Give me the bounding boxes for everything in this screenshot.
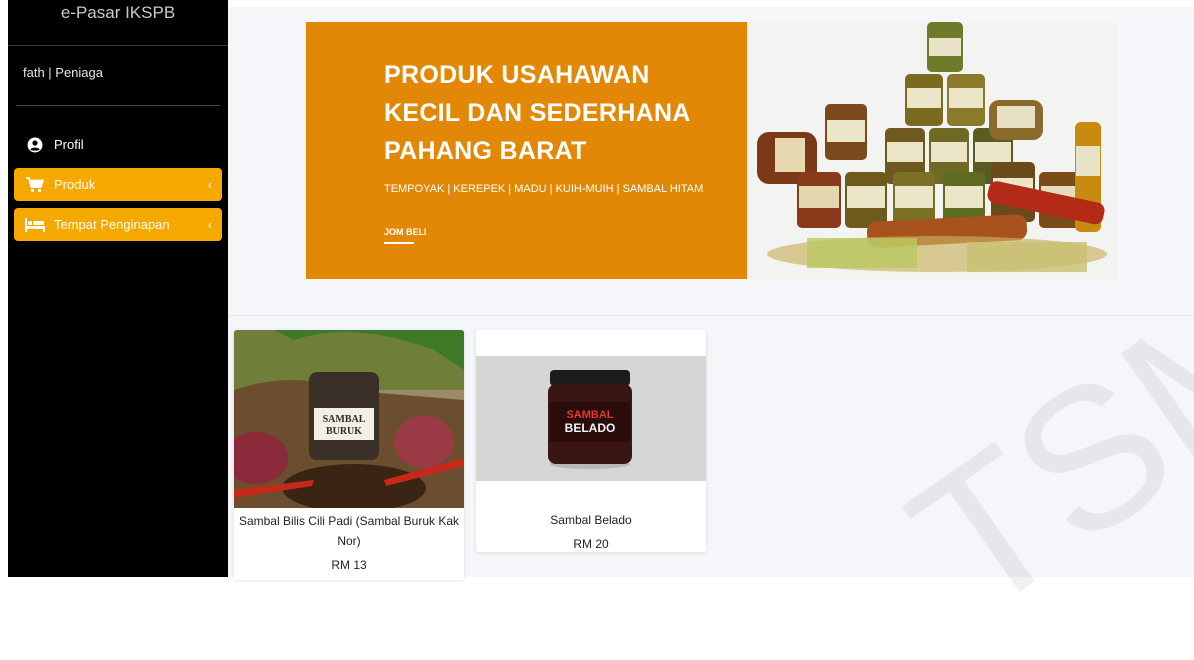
banner-product-image — [747, 22, 1118, 279]
banner-subtitle: TEMPOYAK | KEREPEK | MADU | KUIH-MUIH | … — [384, 183, 704, 195]
product-card[interactable]: SAMBAL BELADO Sambal Belado RM 20 — [476, 330, 706, 552]
chevron-left-icon: ‹ — [208, 217, 212, 232]
svg-text:SAMBAL: SAMBAL — [323, 414, 366, 425]
product-card[interactable]: SAMBAL BURUK Sambal Bilis Cili Padi (Sam… — [234, 330, 464, 580]
sidebar-item-label: Tempat Penginapan — [54, 217, 170, 232]
section-divider — [228, 315, 1194, 316]
sidebar-item-profil[interactable]: Profil — [14, 128, 222, 161]
product-price: RM 20 — [573, 537, 609, 551]
chevron-left-icon: ‹ — [208, 177, 212, 192]
sidebar-item-label: Profil — [54, 137, 84, 152]
jom-beli-link[interactable]: JOM BELI — [384, 227, 427, 237]
bed-icon — [24, 217, 46, 233]
user-circle-icon — [24, 137, 46, 153]
user-role-label: fath | Peniaga — [16, 46, 220, 106]
banner-text-panel: PRODUK USAHAWAN KECIL DAN SEDERHANA PAHA… — [306, 22, 747, 279]
sidebar-menu: Profil Produk ‹ Tempat Penginapan ‹ — [8, 106, 228, 241]
banner-title: PRODUK USAHAWAN KECIL DAN SEDERHANA PAHA… — [384, 61, 690, 165]
product-price: RM 13 — [331, 558, 367, 572]
product-name[interactable]: Sambal Bilis Cili Padi (Sambal Buruk Kak… — [234, 511, 464, 551]
svg-text:BURUK: BURUK — [326, 426, 362, 437]
cta-underline — [384, 242, 414, 244]
sidebar: e-Pasar IKSPB fath | Peniaga Profil Prod… — [8, 0, 228, 577]
product-image[interactable]: SAMBAL BURUK — [234, 330, 464, 512]
brand-title[interactable]: e-Pasar IKSPB — [8, 0, 228, 46]
sidebar-item-tempat-penginapan[interactable]: Tempat Penginapan ‹ — [14, 208, 222, 241]
product-name[interactable]: Sambal Belado — [476, 510, 706, 530]
cart-icon — [24, 176, 46, 193]
svg-text:BELADO: BELADO — [565, 421, 616, 435]
sidebar-item-produk[interactable]: Produk ‹ — [14, 168, 222, 201]
product-image[interactable]: SAMBAL BELADO — [476, 356, 706, 481]
svg-text:SAMBAL: SAMBAL — [566, 409, 613, 421]
hero-banner: PRODUK USAHAWAN KECIL DAN SEDERHANA PAHA… — [306, 22, 1118, 279]
sidebar-item-label: Produk — [54, 177, 96, 192]
main-content: PRODUK USAHAWAN KECIL DAN SEDERHANA PAHA… — [228, 7, 1194, 580]
